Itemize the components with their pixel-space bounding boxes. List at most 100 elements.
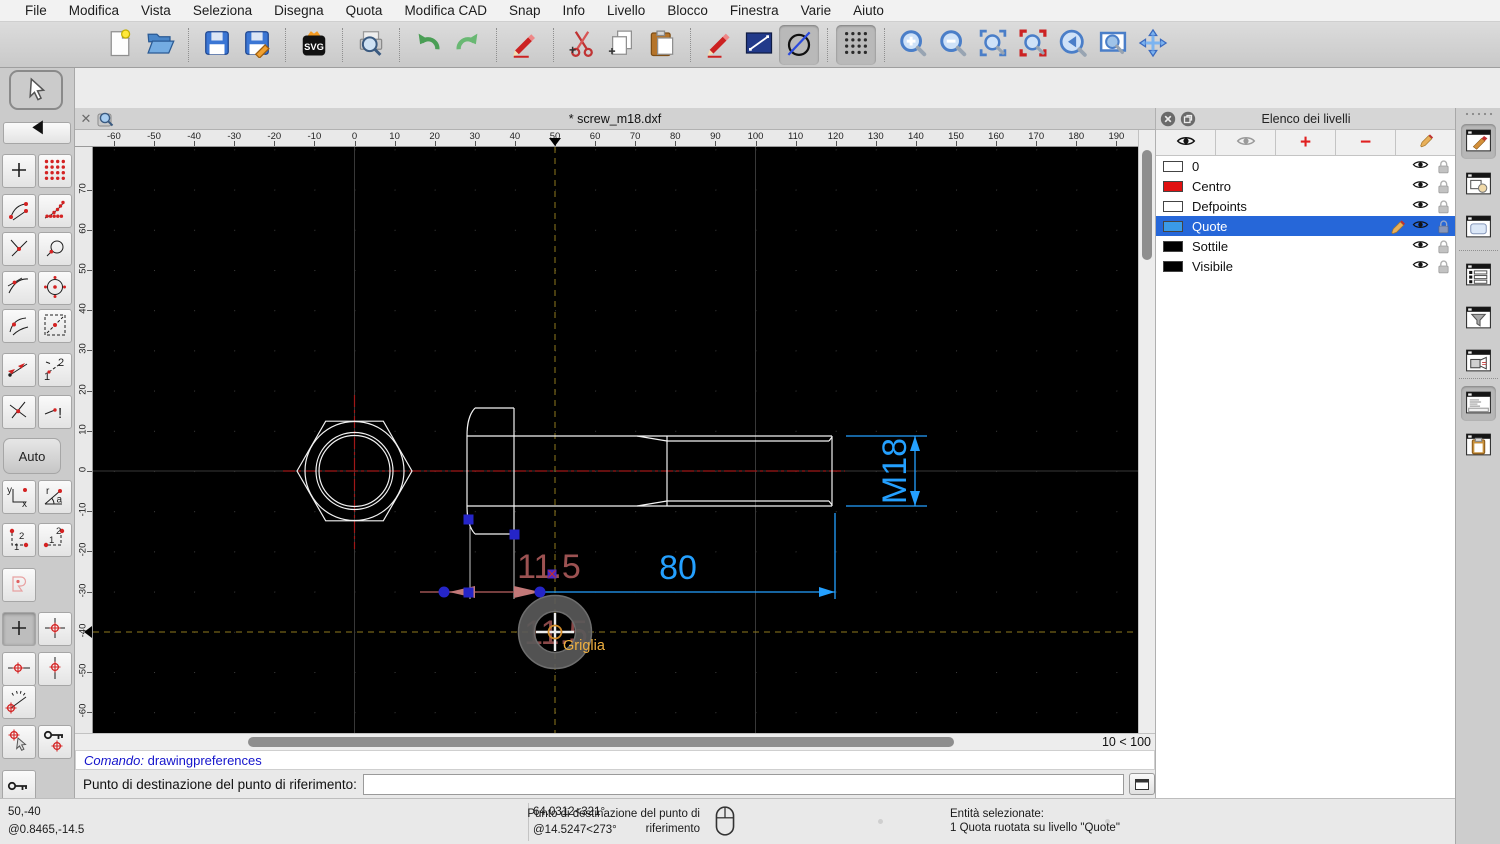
lock-relative-zero-button[interactable]	[38, 725, 72, 759]
coordinate-relative-polar-button[interactable]: 12	[38, 523, 72, 557]
text-position-grip[interactable]	[547, 569, 557, 579]
print-preview-button[interactable]	[351, 25, 391, 65]
command-window-toggle-button[interactable]	[1129, 773, 1155, 795]
menu-snap[interactable]: Snap	[498, 0, 552, 22]
snap-distance-manual-button[interactable]: 12	[38, 353, 72, 387]
layer-lock-icon[interactable]	[1435, 179, 1452, 194]
layer-visibility-icon[interactable]	[1412, 239, 1429, 254]
block-list-window-button[interactable]	[1461, 167, 1496, 202]
zoom-auto-button[interactable]	[973, 25, 1013, 65]
menu-modifica[interactable]: Modifica	[58, 0, 130, 22]
show-all-layers-button[interactable]	[1156, 130, 1216, 155]
layer-visibility-icon[interactable]	[1412, 199, 1429, 214]
copy-button[interactable]	[602, 25, 642, 65]
menu-info[interactable]: Info	[552, 0, 597, 22]
draw-circle-button[interactable]	[779, 24, 819, 65]
cut-button[interactable]	[562, 25, 602, 65]
menu-quota[interactable]: Quota	[335, 0, 394, 22]
vertical-scrollbar[interactable]	[1138, 130, 1155, 733]
layer-row-quote[interactable]: Quote	[1156, 216, 1456, 236]
layer-lock-icon[interactable]	[1435, 259, 1452, 274]
menu-finestra[interactable]: Finestra	[719, 0, 790, 22]
layer-lock-icon[interactable]	[1435, 219, 1452, 234]
snap-tangent-button[interactable]	[2, 271, 36, 305]
horizontal-scrollbar-thumb[interactable]	[248, 737, 954, 747]
layer-visibility-icon[interactable]	[1412, 259, 1429, 274]
snap-grid-button[interactable]	[38, 154, 72, 188]
snap-distance-point-button[interactable]	[2, 309, 36, 343]
remove-layer-button[interactable]: −	[1336, 130, 1396, 155]
horizontal-scrollbar[interactable]: 10 < 100	[75, 733, 1155, 750]
command-input[interactable]	[362, 773, 1125, 795]
undo-button[interactable]	[408, 25, 448, 65]
menu-aiuto[interactable]: Aiuto	[842, 0, 895, 22]
save-as-button[interactable]	[237, 25, 277, 65]
restrict-vertical-button[interactable]	[38, 652, 72, 686]
coordinate-relative-button[interactable]: 12	[2, 523, 36, 557]
snap-distance-button[interactable]	[2, 353, 36, 387]
layer-row-visibile[interactable]: Visibile	[1156, 256, 1456, 276]
zoom-pan-button[interactable]	[1133, 25, 1173, 65]
zoom-back-button[interactable]	[1053, 25, 1093, 65]
save-button[interactable]	[197, 25, 237, 65]
menu-livello[interactable]: Livello	[596, 0, 656, 22]
zoom-window-button[interactable]	[1093, 25, 1133, 65]
hide-all-layers-button[interactable]	[1216, 130, 1276, 155]
edit-layer-button[interactable]	[1396, 130, 1456, 155]
selection-filter-window-button[interactable]	[1461, 301, 1496, 336]
restrict-nothing-button[interactable]	[2, 568, 36, 602]
menu-modifica-cad[interactable]: Modifica CAD	[393, 0, 498, 22]
layer-visibility-icon[interactable]	[1412, 219, 1429, 234]
back-button[interactable]	[3, 119, 71, 144]
entity-list-window-button[interactable]	[1461, 258, 1496, 293]
snap-intersection-button[interactable]	[2, 395, 36, 429]
menu-seleziona[interactable]: Seleziona	[182, 0, 263, 22]
draw-line-button[interactable]	[739, 25, 779, 65]
snap-center-button[interactable]	[38, 271, 72, 305]
set-relative-zero-button[interactable]	[2, 725, 36, 759]
snap-middle-manual-button[interactable]	[38, 309, 72, 343]
property-editor-window-button[interactable]	[1461, 124, 1496, 159]
section-view-window-button[interactable]	[1461, 344, 1496, 379]
add-layer-button[interactable]: +	[1276, 130, 1336, 155]
restrict-auto-button[interactable]: Auto	[3, 438, 61, 474]
menu-disegna[interactable]: Disegna	[263, 0, 335, 22]
layer-row-centro[interactable]: Centro	[1156, 176, 1456, 196]
restrict-free-button[interactable]	[2, 612, 36, 646]
restrict-horizontal-button[interactable]	[2, 652, 36, 686]
restrict-angle-button[interactable]	[2, 685, 36, 719]
cad-canvas[interactable]: M18 80 11.5 11.5	[93, 147, 1138, 733]
snap-intersection-manual-button[interactable]: !	[38, 395, 72, 429]
layer-lock-icon[interactable]	[1435, 239, 1452, 254]
layer-visibility-icon[interactable]	[1412, 179, 1429, 194]
close-tab-icon[interactable]: ✕	[78, 111, 94, 127]
zoom-in-button[interactable]	[893, 25, 933, 65]
menu-file[interactable]: File	[14, 0, 58, 22]
snap-middle-button[interactable]	[2, 232, 36, 266]
menu-varie[interactable]: Varie	[790, 0, 843, 22]
coordinate-polar-button[interactable]: ra	[38, 480, 72, 514]
zoom-out-button[interactable]	[933, 25, 973, 65]
export-svg-button[interactable]: SVG	[294, 25, 334, 65]
zoom-previous-button[interactable]	[1013, 25, 1053, 65]
snap-endpoint-button[interactable]	[2, 194, 36, 228]
clipboard-window-button[interactable]	[1461, 428, 1496, 463]
layer-visibility-icon[interactable]	[1412, 159, 1429, 174]
select-arrow-button[interactable]	[9, 70, 63, 110]
vertical-scrollbar-thumb[interactable]	[1142, 150, 1152, 260]
layer-row-sottile[interactable]: Sottile	[1156, 236, 1456, 256]
menu-blocco[interactable]: Blocco	[656, 0, 719, 22]
redo-button[interactable]	[448, 25, 488, 65]
snap-on-entity-button[interactable]	[38, 194, 72, 228]
new-file-button[interactable]	[100, 25, 140, 65]
draw-pencil-button[interactable]	[699, 25, 739, 65]
library-browser-window-button[interactable]	[1461, 210, 1496, 245]
snap-free-button[interactable]	[2, 154, 36, 188]
restrict-orthogonal-button[interactable]	[38, 612, 72, 646]
layer-lock-icon[interactable]	[1435, 199, 1452, 214]
command-line-window-button[interactable]	[1461, 386, 1496, 421]
grid-toggle-button[interactable]	[836, 24, 876, 65]
dock-drag-handle[interactable]	[1464, 112, 1494, 116]
open-file-button[interactable]	[140, 25, 180, 65]
coordinate-cartesian-button[interactable]: yx	[2, 480, 36, 514]
